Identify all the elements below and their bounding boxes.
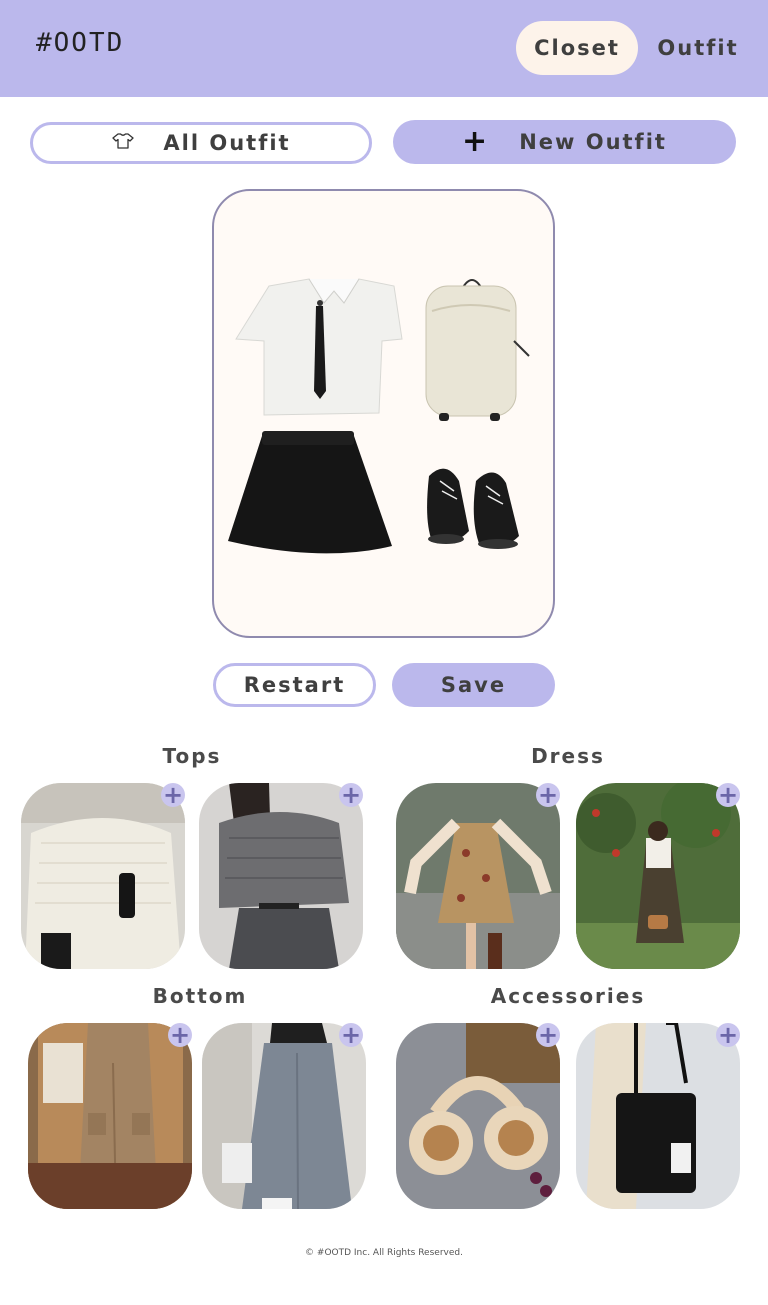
footer-copyright: © #OOTD Inc. All Rights Reserved. <box>305 1248 463 1258</box>
add-item-plus-icon[interactable]: + <box>161 783 185 807</box>
new-outfit-label: New Outfit <box>519 130 667 154</box>
new-outfit-button[interactable]: + New Outfit <box>393 120 736 164</box>
add-item-plus-icon[interactable]: + <box>716 783 740 807</box>
plus-icon: + <box>462 124 490 159</box>
restart-button[interactable]: Restart <box>213 663 376 707</box>
canvas-item-backpack[interactable] <box>425 279 530 421</box>
all-outfit-label: All Outfit <box>163 131 291 155</box>
closet-item-cargo-pants[interactable] <box>28 1023 192 1209</box>
closet-item-tote-bag[interactable] <box>576 1023 740 1209</box>
add-item-plus-icon[interactable]: + <box>339 783 363 807</box>
category-title-bottom: Bottom <box>152 984 248 1008</box>
add-item-plus-icon[interactable]: + <box>536 783 560 807</box>
closet-item-grey-sweater[interactable] <box>199 783 363 969</box>
canvas-item-black-shoes[interactable] <box>427 468 519 549</box>
add-item-plus-icon[interactable]: + <box>716 1023 740 1047</box>
closet-item-wide-jeans[interactable] <box>202 1023 366 1209</box>
logo[interactable]: #OOTD <box>36 28 124 58</box>
add-item-plus-icon[interactable]: + <box>339 1023 363 1047</box>
category-title-accessories: Accessories <box>490 984 646 1008</box>
closet-item-earmuffs[interactable] <box>396 1023 560 1209</box>
canvas-item-white-shirt[interactable] <box>235 278 403 416</box>
outfit-canvas[interactable] <box>212 189 555 638</box>
add-item-plus-icon[interactable]: + <box>168 1023 192 1047</box>
app-header: #OOTD Closet Outfit <box>0 0 768 97</box>
all-outfit-button[interactable]: All Outfit <box>30 122 372 164</box>
category-title-dress: Dress <box>531 744 605 768</box>
add-item-plus-icon[interactable]: + <box>536 1023 560 1047</box>
canvas-item-black-skirt[interactable] <box>228 431 392 554</box>
shirt-icon <box>111 131 135 155</box>
closet-item-pinafore-dress[interactable] <box>576 783 740 969</box>
save-button[interactable]: Save <box>392 663 555 707</box>
nav-outfit[interactable]: Outfit <box>652 21 744 75</box>
nav-closet[interactable]: Closet <box>516 21 638 75</box>
closet-item-floral-dress[interactable] <box>396 783 560 969</box>
category-title-tops: Tops <box>162 744 222 768</box>
closet-item-cream-sweater[interactable] <box>21 783 185 969</box>
